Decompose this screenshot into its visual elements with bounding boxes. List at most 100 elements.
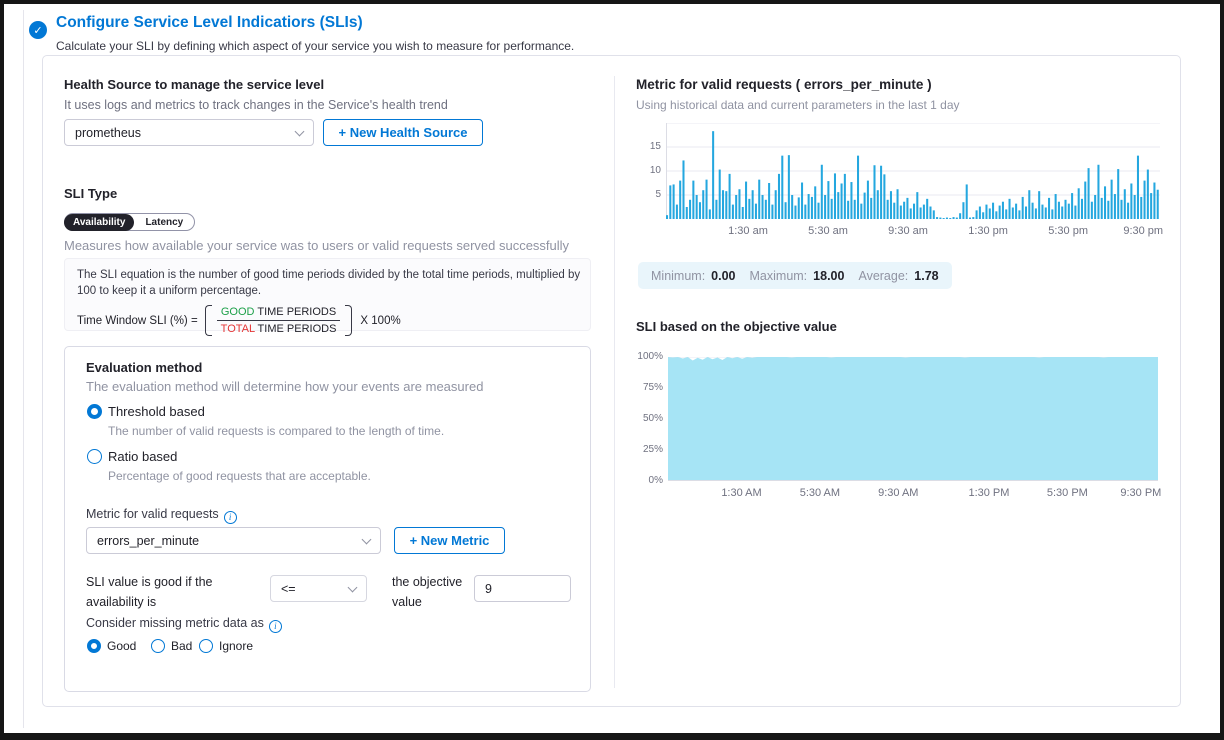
average-label: Average:	[858, 269, 908, 283]
metric-valid-requests-label: Metric for valid requests i	[86, 507, 237, 524]
sli-chart-title: SLI based on the objective value	[636, 319, 837, 334]
x-axis-label: 1:30 am	[718, 225, 778, 237]
metric-stats: Minimum: 0.00 Maximum: 18.00 Average: 1.…	[638, 262, 952, 289]
objective-value-input[interactable]	[474, 575, 571, 602]
chevron-down-icon	[295, 126, 305, 136]
maximum-label: Maximum:	[750, 269, 808, 283]
y-axis-label: 5	[655, 189, 661, 200]
bad-radio[interactable]	[151, 639, 165, 653]
x-axis-label: 1:30 pm	[958, 225, 1018, 237]
step-complete-check-icon: ✓	[29, 21, 47, 39]
maximum-value: 18.00	[813, 269, 844, 283]
x-axis-label: 5:30 AM	[790, 487, 850, 499]
sli-config-card: Health Source to manage the service leve…	[42, 55, 1181, 707]
y-axis-label: 0%	[649, 475, 663, 486]
info-icon[interactable]: i	[269, 620, 282, 633]
sli-condition-prefix: SLI value is good if the availability is	[86, 572, 268, 612]
evaluation-method-subtitle: The evaluation method will determine how…	[86, 379, 483, 394]
health-source-title: Health Source to manage the service leve…	[64, 77, 324, 92]
denominator-rest: TIME PERIODS	[255, 323, 337, 335]
equation-suffix: X 100%	[360, 315, 400, 327]
sli-type-title: SLI Type	[64, 186, 117, 201]
ratio-radio[interactable]	[87, 449, 102, 464]
y-axis-label: 25%	[643, 444, 663, 455]
evaluation-method-title: Evaluation method	[86, 360, 202, 375]
x-axis-label: 1:30 AM	[712, 487, 772, 499]
sli-chart-y-axis: 100% 75% 50% 25% 0%	[637, 351, 663, 503]
page-subtitle: Calculate your SLI by defining which asp…	[56, 39, 574, 53]
y-axis-label: 15	[650, 141, 661, 152]
ratio-label: Ratio based	[108, 449, 177, 464]
page-title: Configure Service Level Indicatiors (SLI…	[56, 14, 363, 32]
equation-prefix: Time Window SLI (%) =	[77, 315, 198, 327]
wizard-step-connector	[23, 10, 24, 728]
metric-timeseries-chart: 15105 1:30 am5:30 am9:30 am1:30 pm5:30 p…	[641, 119, 1163, 241]
tab-latency[interactable]: Latency	[134, 215, 194, 230]
missing-label-text: Consider missing metric data as	[86, 616, 264, 630]
sli-equation-formula: Time Window SLI (%) = GOOD TIME PERIODS …	[77, 305, 578, 336]
sli-equation-box: The SLI equation is the number of good t…	[64, 258, 591, 331]
x-axis-label: 9:30 pm	[1113, 225, 1173, 237]
y-axis-label: 50%	[643, 413, 663, 424]
x-axis-label: 9:30 PM	[1111, 487, 1171, 499]
missing-bad-option[interactable]: Bad	[151, 639, 192, 653]
health-source-subtitle: It uses logs and metrics to track change…	[64, 98, 448, 112]
metric-chart-y-axis: 15 10 5	[641, 119, 661, 241]
x-axis-label: 1:30 PM	[959, 487, 1019, 499]
x-axis-label: 9:30 AM	[868, 487, 928, 499]
threshold-based-option[interactable]: Threshold based	[87, 404, 205, 419]
x-axis-label: 5:30 PM	[1037, 487, 1097, 499]
chevron-down-icon	[362, 534, 372, 544]
ignore-label: Ignore	[219, 639, 253, 653]
good-label: Good	[107, 639, 136, 653]
sli-chart-plot	[668, 357, 1158, 481]
sli-configuration-page: ✓ Configure Service Level Indicatiors (S…	[0, 0, 1224, 740]
numerator-rest: TIME PERIODS	[255, 306, 337, 318]
good-radio[interactable]	[87, 639, 101, 653]
panel-divider	[614, 76, 615, 688]
missing-good-option[interactable]: Good	[87, 639, 136, 653]
ignore-radio[interactable]	[199, 639, 213, 653]
y-axis-label: 10	[650, 165, 661, 176]
sli-objective-chart: 100% 75% 50% 25% 0% 1:30 AM 5:30 AM 9:30 AM 1:3…	[637, 351, 1165, 503]
y-axis-label: 100%	[637, 351, 663, 362]
y-axis-label: 75%	[643, 382, 663, 393]
missing-data-label: Consider missing metric data as i	[86, 616, 282, 633]
new-health-source-button[interactable]: + New Health Source	[323, 119, 483, 146]
info-icon[interactable]: i	[224, 511, 237, 524]
bad-label: Bad	[171, 639, 192, 653]
good-periods-label: GOOD	[221, 306, 255, 318]
metric-select[interactable]: errors_per_minute	[86, 527, 381, 554]
metric-chart-title: Metric for valid requests ( errors_per_m…	[636, 77, 932, 92]
metric-select-value: errors_per_minute	[97, 534, 199, 548]
new-metric-button[interactable]: + New Metric	[394, 527, 505, 554]
health-source-select[interactable]: prometheus	[64, 119, 314, 146]
evaluation-method-box: Evaluation method The evaluation method …	[64, 346, 591, 692]
metric-label-text: Metric for valid requests	[86, 507, 219, 521]
ratio-based-option[interactable]: Ratio based	[87, 449, 177, 464]
x-axis-label: 5:30 pm	[1038, 225, 1098, 237]
sli-chart-x-axis: 1:30 AM5:30 AM9:30 AM1:30 PM5:30 PM9:30 …	[668, 487, 1158, 501]
average-value: 1.78	[914, 269, 938, 283]
sli-type-description: Measures how available your service was …	[64, 238, 569, 253]
bracket-right	[345, 305, 352, 336]
chevron-down-icon	[348, 582, 358, 592]
operator-value: <=	[281, 582, 296, 596]
minimum-label: Minimum:	[651, 269, 705, 283]
sli-equation-text: The SLI equation is the number of good t…	[77, 268, 582, 299]
metric-chart-x-axis: 1:30 am5:30 am9:30 am1:30 pm5:30 pm9:30 …	[666, 225, 1160, 239]
x-axis-label: 5:30 am	[798, 225, 858, 237]
threshold-label: Threshold based	[108, 404, 205, 419]
total-periods-label: TOTAL	[221, 323, 255, 335]
missing-ignore-option[interactable]: Ignore	[199, 639, 253, 653]
threshold-radio[interactable]	[87, 404, 102, 419]
threshold-description: The number of valid requests is compared…	[108, 424, 444, 438]
minimum-value: 0.00	[711, 269, 735, 283]
bracket-left	[205, 305, 212, 336]
tab-availability[interactable]: Availability	[64, 214, 134, 231]
sli-type-toggle: Availability Latency	[64, 213, 195, 231]
equation-fraction: GOOD TIME PERIODS TOTAL TIME PERIODS	[212, 305, 346, 336]
sli-condition-middle: the objective value	[392, 572, 482, 612]
operator-select[interactable]: <=	[270, 575, 367, 602]
ratio-description: Percentage of good requests that are acc…	[108, 469, 371, 483]
